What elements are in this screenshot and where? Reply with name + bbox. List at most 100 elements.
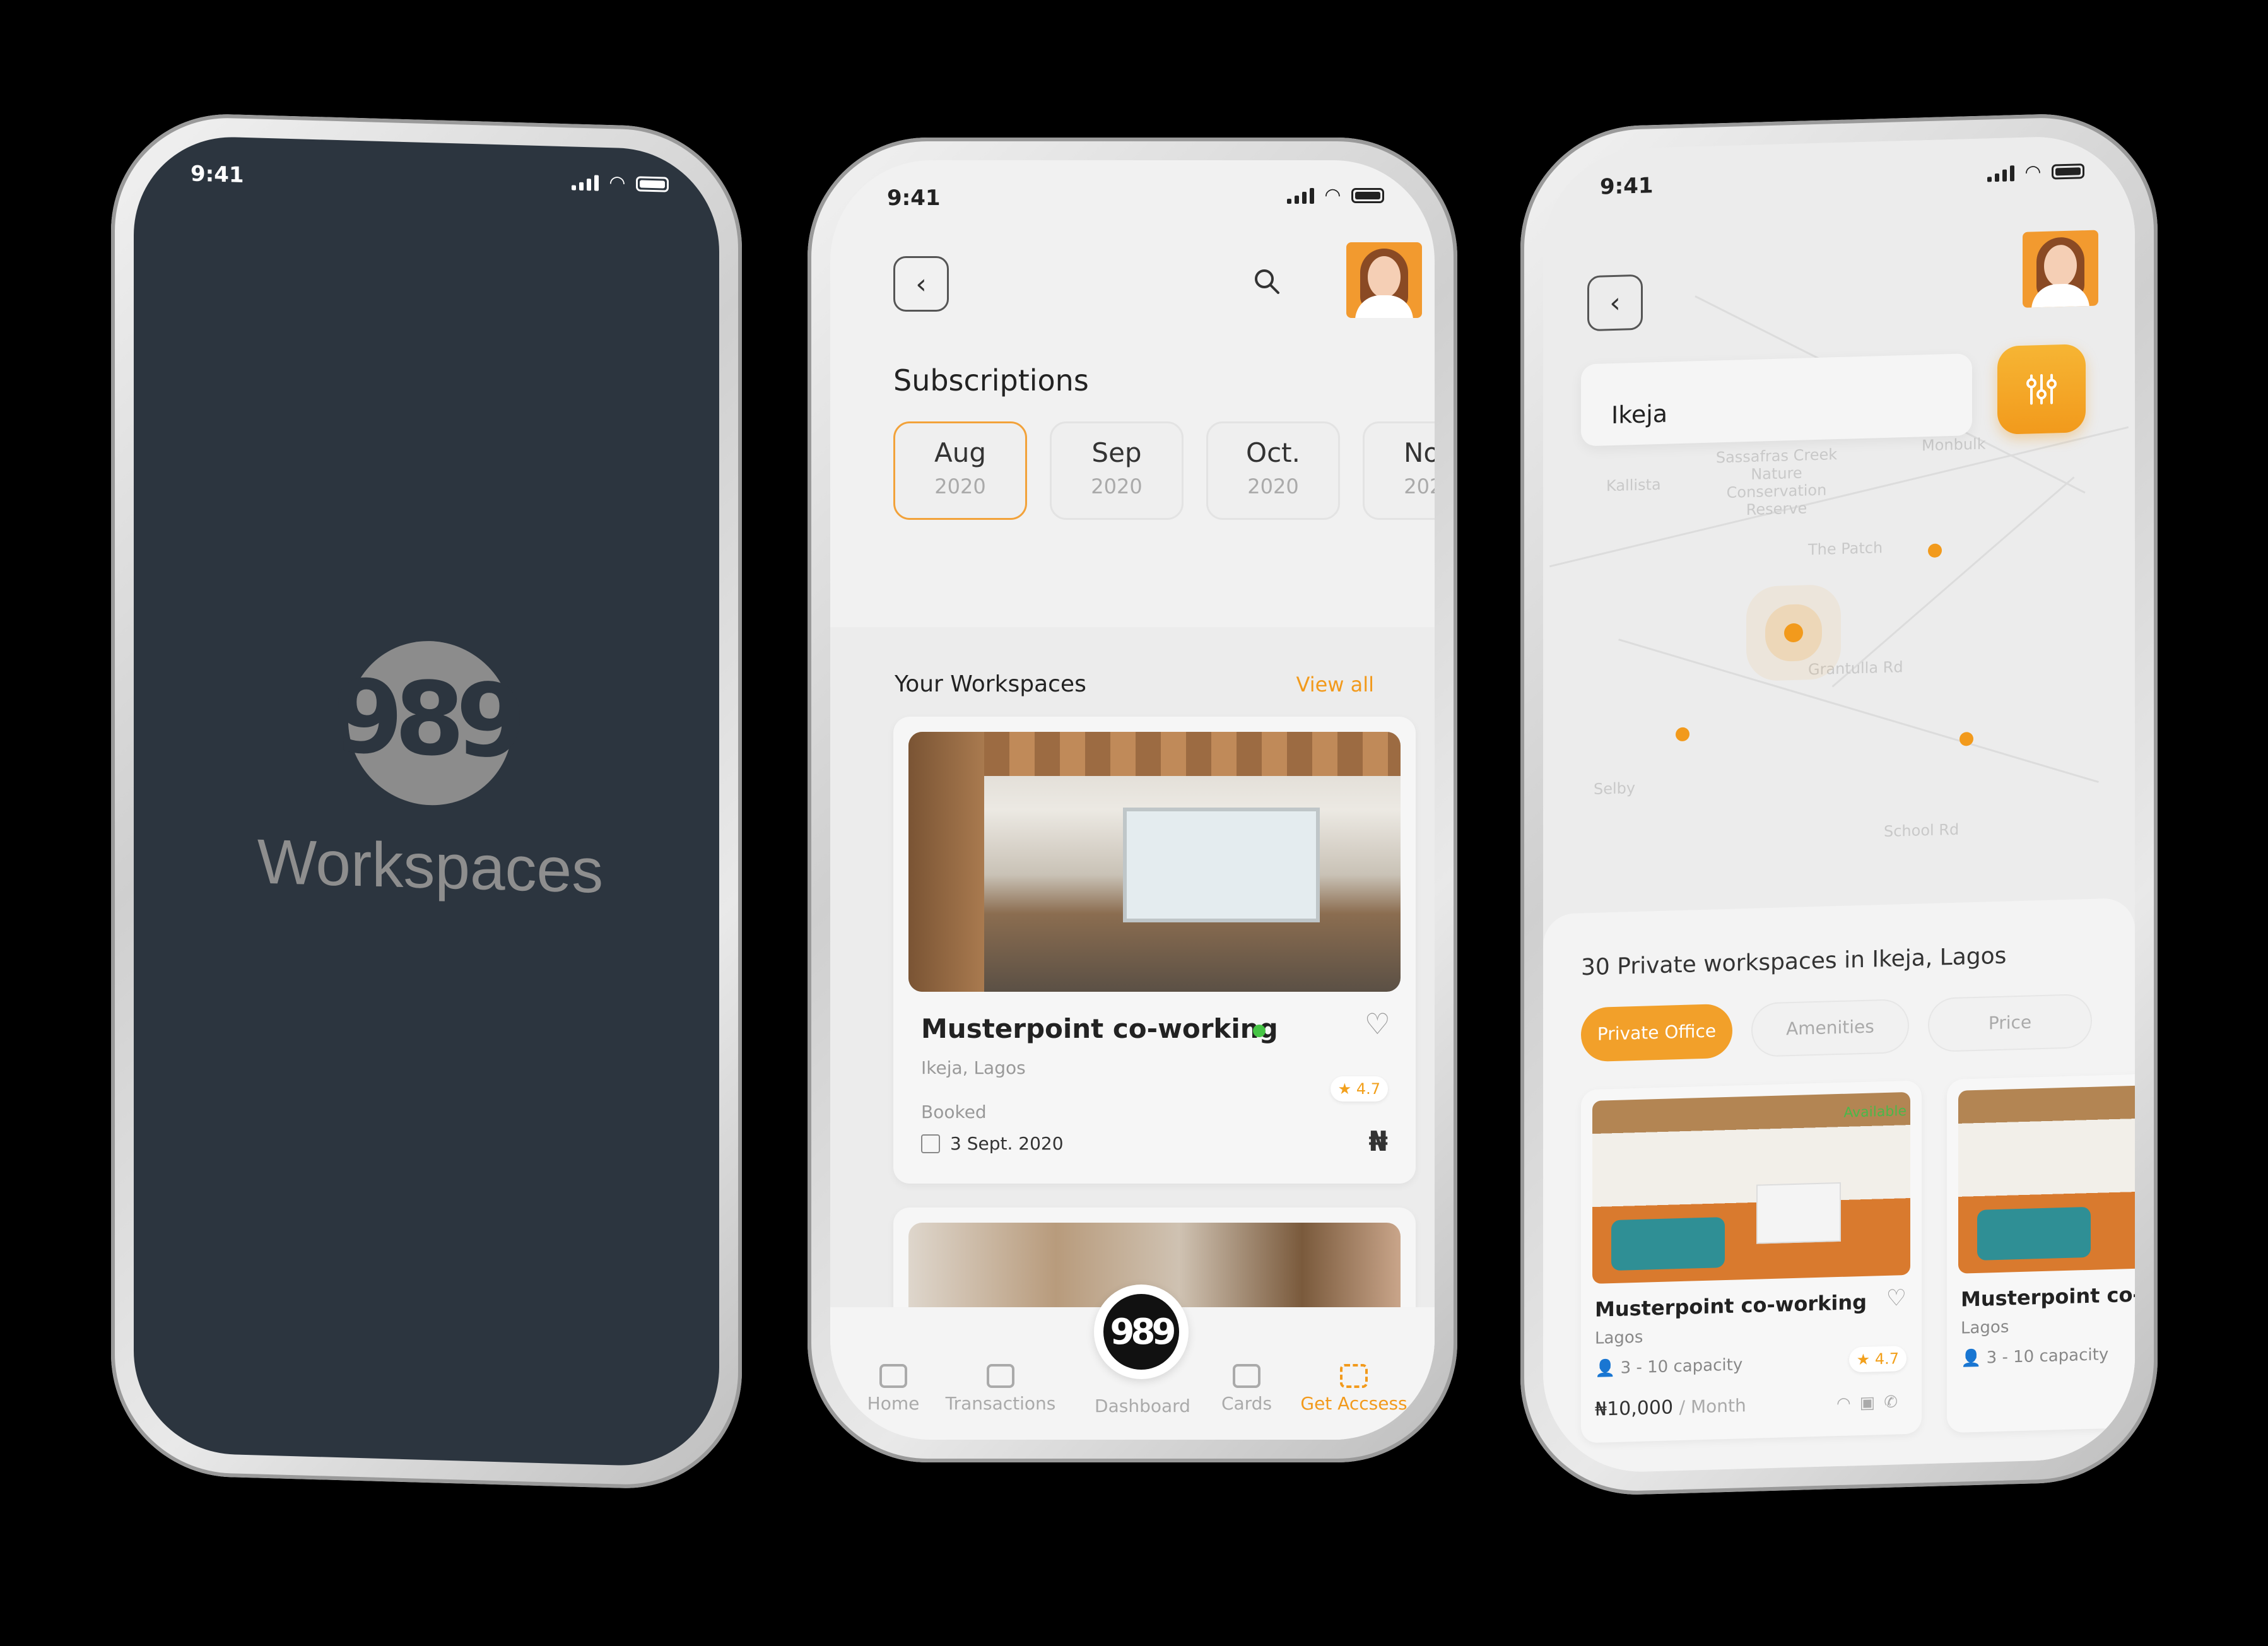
signal-icon bbox=[1286, 187, 1314, 204]
wifi-icon: ◠ bbox=[2025, 161, 2040, 184]
signal-icon bbox=[571, 173, 599, 191]
map-label: Selby bbox=[1594, 779, 1636, 798]
search-icon[interactable] bbox=[1252, 266, 1283, 298]
workspace-capacity: 👤 3 - 10 capacity bbox=[1961, 1345, 2109, 1368]
chevron-left-icon: ‹ bbox=[1609, 286, 1621, 319]
phone-icon: ✆ bbox=[1884, 1392, 1907, 1413]
chip-amenities[interactable]: Amenities bbox=[1751, 998, 1909, 1057]
transactions-icon bbox=[987, 1364, 1014, 1388]
heart-icon[interactable]: ♡ bbox=[1886, 1285, 1907, 1312]
nav-item-dashboard[interactable]: Dashboard bbox=[1079, 1396, 1206, 1416]
chip-price[interactable]: Price bbox=[1928, 993, 2092, 1053]
page-title: Subscriptions bbox=[893, 363, 1089, 397]
amenity-icons: ◠▣✆ bbox=[1836, 1392, 1907, 1413]
nav-item-cards[interactable]: Cards bbox=[1209, 1364, 1284, 1414]
workspace-location: Lagos bbox=[1595, 1327, 1643, 1348]
workspace-result-card[interactable]: Musterpoint co- Lagos 👤 3 - 10 capacity bbox=[1947, 1073, 2135, 1433]
month-chip-sep[interactable]: Sep 2020 bbox=[1050, 421, 1184, 520]
nav-item-transactions[interactable]: Transactions bbox=[937, 1364, 1064, 1414]
signal-icon bbox=[1987, 165, 2014, 182]
status-time: 9:41 bbox=[191, 161, 244, 188]
status-bar: 9:41 ◠ bbox=[830, 160, 1435, 230]
year-label: 2020 bbox=[1404, 474, 1435, 498]
online-status-dot bbox=[1253, 1025, 1266, 1037]
brand-logo-text: 989 bbox=[333, 657, 517, 781]
dashboard-button[interactable]: 989 bbox=[1094, 1284, 1189, 1379]
bottom-nav: 989 Home Transactions Dashboard Cards Ge… bbox=[830, 1284, 1435, 1440]
card-icon bbox=[1233, 1364, 1260, 1388]
workspace-photo bbox=[908, 732, 1401, 992]
nav-label: Home bbox=[867, 1393, 920, 1414]
qr-scan-icon bbox=[1340, 1364, 1368, 1388]
workspace-result-card[interactable]: Available Musterpoint co-working ♡ Lagos… bbox=[1581, 1080, 1922, 1443]
search-value: Ikeja bbox=[1611, 399, 1668, 430]
map-pin[interactable] bbox=[1676, 727, 1689, 742]
filter-button[interactable] bbox=[1997, 344, 2086, 435]
rating-badge: ★ 4.7 bbox=[1330, 1076, 1388, 1102]
year-label: 2020 bbox=[1091, 474, 1143, 498]
map-label: School Rd bbox=[1884, 820, 1960, 841]
available-badge: Available bbox=[1843, 1103, 1907, 1121]
status-icons: ◠ bbox=[1286, 184, 1384, 206]
heart-icon[interactable]: ♡ bbox=[1365, 1007, 1390, 1041]
results-count: 30 Private workspaces in Ikeja, Lagos bbox=[1581, 943, 2007, 981]
wifi-icon: ◠ bbox=[1325, 184, 1340, 206]
chip-private-office[interactable]: Private Office bbox=[1581, 1003, 1732, 1062]
month-chip-nov[interactable]: Nov 2020 bbox=[1363, 421, 1435, 520]
nav-label: Cards bbox=[1221, 1393, 1272, 1414]
map-label: Sassafras Creek Nature Conservation Rese… bbox=[1715, 445, 1838, 519]
workspace-location: Lagos bbox=[1961, 1317, 2009, 1338]
nav-label: Get Accsess bbox=[1300, 1393, 1407, 1414]
view-all-link[interactable]: View all bbox=[1296, 673, 1375, 697]
workspace-photo bbox=[1958, 1085, 2135, 1274]
workspace-photo bbox=[1592, 1091, 1910, 1284]
nav-item-get-access[interactable]: Get Accsess bbox=[1297, 1364, 1411, 1414]
month-label: Nov bbox=[1404, 437, 1435, 468]
status-icons: ◠ bbox=[571, 170, 669, 195]
workspace-price: ₦10,000 / Month bbox=[1595, 1395, 1746, 1421]
rating-value: 4.7 bbox=[1356, 1080, 1380, 1098]
avatar[interactable] bbox=[1346, 242, 1422, 318]
map-label: Kallista bbox=[1606, 475, 1661, 495]
rating-badge: ★ 4.7 bbox=[1848, 1346, 1907, 1373]
back-button[interactable]: ‹ bbox=[893, 256, 949, 312]
year-label: 2020 bbox=[1247, 474, 1299, 498]
person-icon: 👤 bbox=[1961, 1348, 1987, 1368]
person-icon: 👤 bbox=[1595, 1358, 1621, 1379]
month-chip-oct[interactable]: Oct. 2020 bbox=[1206, 421, 1340, 520]
location-search-input[interactable]: Ikeja bbox=[1581, 353, 1972, 447]
month-label: Oct. bbox=[1246, 437, 1300, 468]
workspace-name: Musterpoint co-working bbox=[1595, 1290, 1867, 1322]
workspace-capacity: 👤 3 - 10 capacity bbox=[1595, 1355, 1743, 1379]
nav-label: Transactions bbox=[945, 1393, 1056, 1414]
month-chip-aug[interactable]: Aug 2020 bbox=[893, 421, 1027, 520]
star-icon: ★ bbox=[1337, 1080, 1356, 1098]
nav-item-home[interactable]: Home bbox=[862, 1364, 925, 1414]
avatar[interactable] bbox=[2023, 230, 2098, 308]
workspace-name: Musterpoint co-working bbox=[921, 1013, 1278, 1044]
section-title: Your Workspaces bbox=[895, 671, 1086, 697]
map-pin[interactable] bbox=[1928, 543, 1942, 558]
wifi-icon: ◠ bbox=[1836, 1394, 1860, 1414]
map-label: Monbulk bbox=[1922, 435, 1986, 455]
phone-map: Sassafras Creek Nature Conservation Rese… bbox=[1520, 110, 2158, 1498]
workspace-name: Musterpoint co- bbox=[1961, 1282, 2135, 1312]
phone-subscriptions: 9:41 ◠ ‹ Subscriptions Aug 2020 Sep 2020… bbox=[808, 138, 1457, 1462]
map-pin-selected[interactable] bbox=[1784, 623, 1803, 643]
battery-icon bbox=[636, 175, 669, 192]
workspace-location: Ikeja, Lagos bbox=[921, 1057, 1026, 1078]
chevron-left-icon: ‹ bbox=[915, 267, 927, 300]
back-button[interactable]: ‹ bbox=[1587, 274, 1643, 332]
map-label: The Patch bbox=[1808, 539, 1883, 559]
booking-date: 3 Sept. 2020 bbox=[950, 1133, 1064, 1154]
wifi-icon: ◠ bbox=[609, 172, 625, 194]
workspace-card[interactable]: Musterpoint co-working ♡ Ikeja, Lagos ★ … bbox=[893, 717, 1416, 1184]
star-icon: ★ bbox=[1856, 1350, 1875, 1369]
results-sheet: 30 Private workspaces in Ikeja, Lagos Pr… bbox=[1543, 897, 2135, 1475]
booking-status: Booked bbox=[921, 1102, 987, 1122]
calendar-icon bbox=[921, 1134, 940, 1153]
subscriptions-screen: 9:41 ◠ ‹ Subscriptions Aug 2020 Sep 2020… bbox=[830, 160, 1435, 1440]
status-time: 9:41 bbox=[1600, 173, 1654, 200]
phone-splash: 9:41 ◠ 989 Workspaces bbox=[111, 111, 742, 1491]
status-time: 9:41 bbox=[887, 185, 941, 211]
